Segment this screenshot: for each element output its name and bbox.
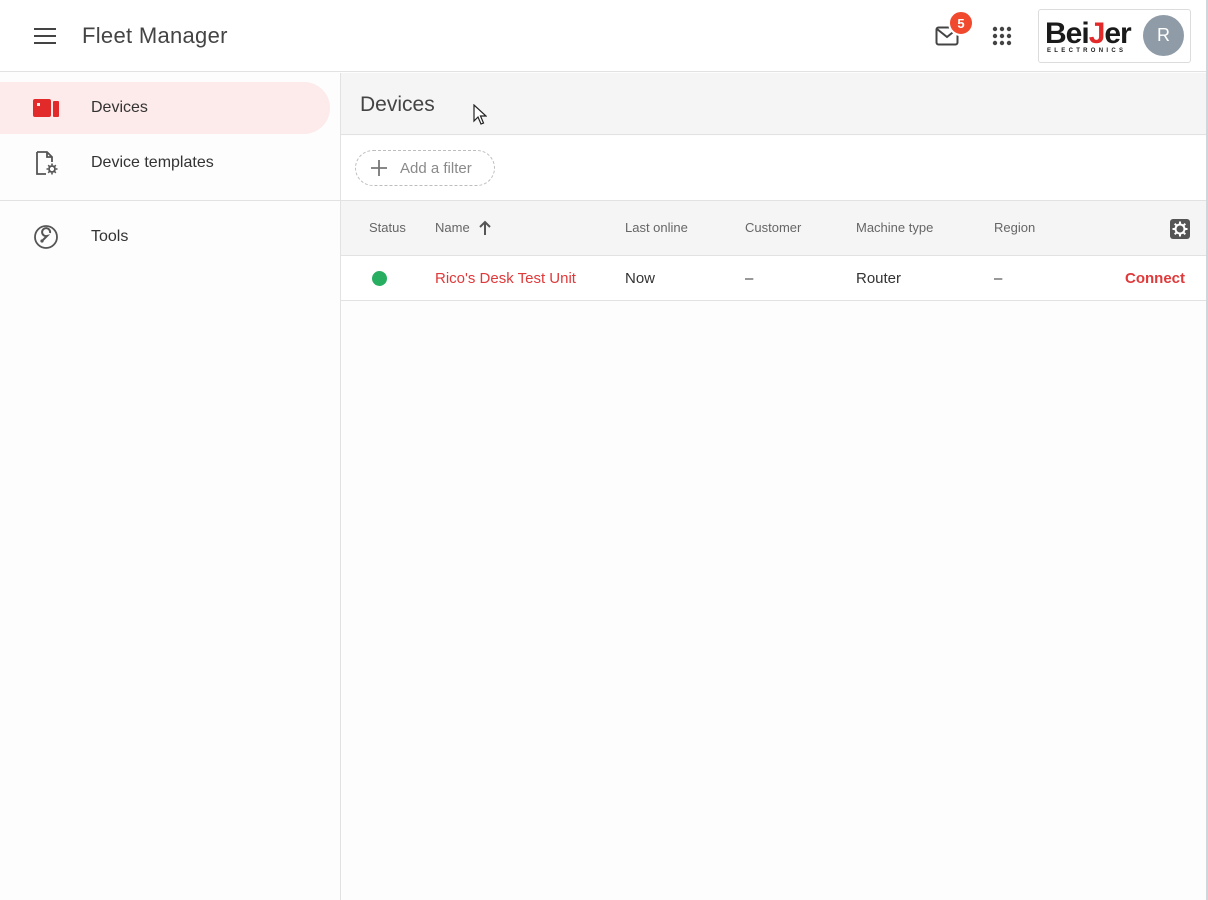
sidebar-item-label: Tools [91, 228, 129, 245]
hamburger-menu-button[interactable] [30, 22, 60, 50]
beijer-electronics-logo: BeiJer ELECTRONICS [1045, 17, 1132, 55]
tools-icon [32, 223, 60, 251]
apps-launcher-button[interactable] [986, 20, 1018, 52]
plus-icon [371, 160, 387, 176]
app-title: Fleet Manager [82, 23, 228, 48]
sidebar-nav: Devices Device templates Tools [0, 73, 341, 900]
connect-button[interactable]: Connect [1125, 270, 1185, 288]
add-filter-button[interactable]: Add a filter [355, 150, 495, 186]
device-template-icon [32, 149, 60, 177]
sidebar-item-device-templates[interactable]: Device templates [0, 137, 330, 189]
user-avatar: R [1143, 15, 1184, 56]
device-name-link[interactable]: Rico's Desk Test Unit [435, 270, 576, 288]
column-header-customer[interactable]: Customer [745, 220, 801, 236]
column-header-machine-type[interactable]: Machine type [856, 220, 933, 236]
hamburger-icon [34, 28, 56, 44]
region-cell: – [994, 270, 1003, 287]
page-title: Devices [360, 93, 435, 116]
column-header-name[interactable]: Name [435, 220, 470, 236]
table-row[interactable]: Rico's Desk Test Unit Now – Router – Con… [341, 256, 1206, 301]
add-filter-label: Add a filter [400, 159, 472, 177]
sidebar-item-label: Devices [91, 99, 148, 116]
empty-content-area [341, 301, 1206, 900]
table-header: Status Name Last online Customer Machine… [341, 200, 1206, 256]
sort-ascending-icon[interactable] [478, 220, 492, 236]
sidebar-item-devices[interactable]: Devices [0, 82, 330, 134]
top-app-bar: Fleet Manager 5 BeiJer ELECTRONICS R [0, 0, 1206, 72]
mouse-cursor-icon [473, 104, 487, 125]
column-header-status[interactable]: Status [369, 220, 406, 236]
status-online-indicator [372, 271, 387, 286]
account-menu-button[interactable]: BeiJer ELECTRONICS R [1038, 9, 1191, 63]
last-online-cell: Now [625, 270, 656, 287]
sidebar-item-tools[interactable]: Tools [0, 211, 330, 263]
column-header-region[interactable]: Region [994, 220, 1035, 236]
customer-cell: – [745, 270, 754, 287]
sidebar-divider [0, 200, 340, 201]
page-header: Devices [341, 73, 1206, 135]
filter-bar: Add a filter [341, 136, 1206, 200]
column-header-last-online[interactable]: Last online [625, 220, 688, 236]
sidebar-item-label: Device templates [91, 154, 214, 171]
machine-type-cell: Router [856, 270, 902, 287]
column-settings-gear-icon[interactable] [1168, 217, 1192, 241]
devices-icon [32, 94, 60, 122]
notification-count-badge: 5 [948, 10, 974, 36]
apps-grid-icon [992, 26, 1012, 46]
